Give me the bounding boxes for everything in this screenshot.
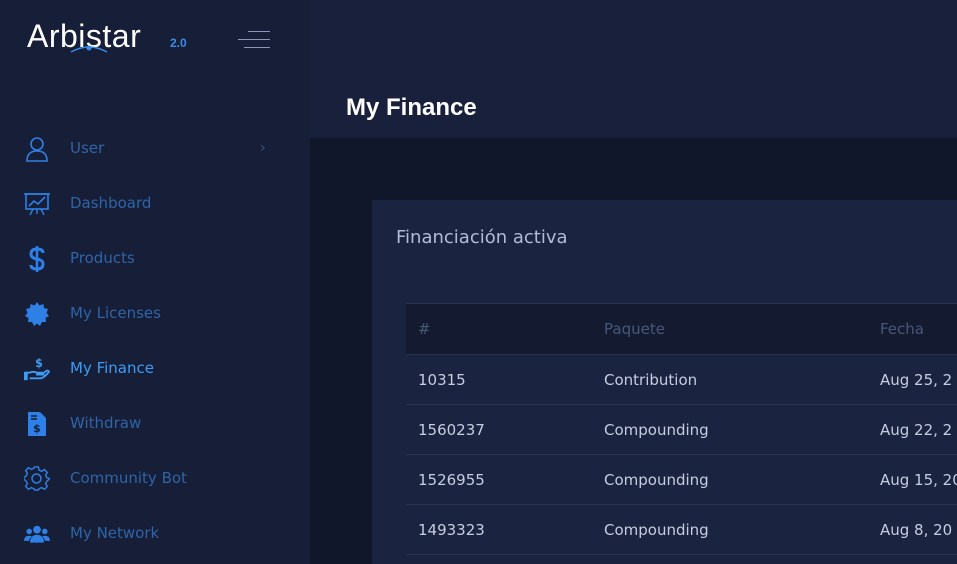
table-row[interactable]: 1526955 Compounding Aug 15, 20: [406, 454, 957, 505]
cell-date: Aug 8, 20: [880, 504, 957, 555]
active-financing-card: Financiación activa # Paquete Fecha 1031…: [372, 200, 957, 564]
sidebar-item-label: Community Bot: [70, 469, 187, 487]
sidebar-item-withdraw[interactable]: $ Withdraw: [0, 396, 310, 451]
gear-icon: [24, 466, 50, 492]
sidebar-item-label: My Finance: [70, 359, 154, 377]
sidebar-item-label: Products: [70, 249, 135, 267]
sidebar: Arbistar 2.0 User › Dashboard Products M…: [0, 0, 310, 564]
chevron-right-icon: ›: [260, 140, 266, 156]
badge-icon: [24, 301, 50, 327]
brand-logo[interactable]: Arbistar 2.0: [27, 18, 202, 54]
sidebar-item-label: My Licenses: [70, 304, 161, 322]
sidebar-nav: User › Dashboard Products My Licenses $ …: [0, 121, 310, 561]
cell-id: 1560237: [406, 404, 604, 455]
sidebar-item-label: My Network: [70, 524, 160, 542]
financing-table: # Paquete Fecha 10315 Contribution Aug 2…: [406, 303, 957, 555]
cell-package: Contribution: [604, 354, 880, 405]
cell-date: Aug 25, 2: [880, 354, 957, 405]
cell-package: Compounding: [604, 404, 880, 455]
cell-package: Compounding: [604, 454, 880, 505]
page-header: My Finance: [310, 0, 957, 138]
sidebar-item-label: Dashboard: [70, 194, 152, 212]
cell-id: 10315: [406, 354, 604, 405]
column-header-id[interactable]: #: [406, 303, 604, 355]
hand-money-icon: $: [24, 356, 50, 382]
menu-toggle-icon[interactable]: [238, 31, 270, 51]
sidebar-item-community-bot[interactable]: Community Bot: [0, 451, 310, 506]
sidebar-item-my-licenses[interactable]: My Licenses: [0, 286, 310, 341]
page-title: My Finance: [346, 94, 477, 121]
sidebar-item-my-finance[interactable]: $ My Finance: [0, 341, 310, 396]
sidebar-item-label: Withdraw: [70, 414, 142, 432]
svg-text:$: $: [35, 357, 43, 370]
sidebar-item-user[interactable]: User ›: [0, 121, 310, 176]
table-row[interactable]: 10315 Contribution Aug 25, 2: [406, 354, 957, 405]
users-icon: [24, 521, 50, 547]
table-row[interactable]: 1560237 Compounding Aug 22, 2: [406, 404, 957, 455]
app-root: Arbistar 2.0 User › Dashboard Products M…: [0, 0, 957, 564]
cell-date: Aug 22, 2: [880, 404, 957, 455]
logo-swoosh-icon: [70, 45, 108, 53]
cell-package: Compounding: [604, 504, 880, 555]
cell-id: 1493323: [406, 504, 604, 555]
user-icon: [24, 136, 50, 162]
sidebar-item-products[interactable]: Products: [0, 231, 310, 286]
cell-date: Aug 15, 20: [880, 454, 957, 505]
column-header-date[interactable]: Fecha: [880, 303, 957, 355]
sidebar-item-label: User: [70, 139, 105, 157]
content-area: Financiación activa # Paquete Fecha 1031…: [310, 138, 957, 564]
invoice-icon: $: [24, 411, 50, 437]
presentation-chart-icon: [24, 191, 50, 217]
sidebar-item-my-network[interactable]: My Network: [0, 506, 310, 561]
brand-version: 2.0: [170, 36, 187, 50]
cell-id: 1526955: [406, 454, 604, 505]
svg-text:$: $: [33, 422, 41, 435]
card-title: Financiación activa: [396, 227, 568, 248]
column-header-package[interactable]: Paquete: [604, 303, 880, 355]
sidebar-item-dashboard[interactable]: Dashboard: [0, 176, 310, 231]
dollar-icon: [24, 246, 50, 272]
table-header-row: # Paquete Fecha: [406, 303, 957, 355]
table-row[interactable]: 1493323 Compounding Aug 8, 20: [406, 504, 957, 555]
